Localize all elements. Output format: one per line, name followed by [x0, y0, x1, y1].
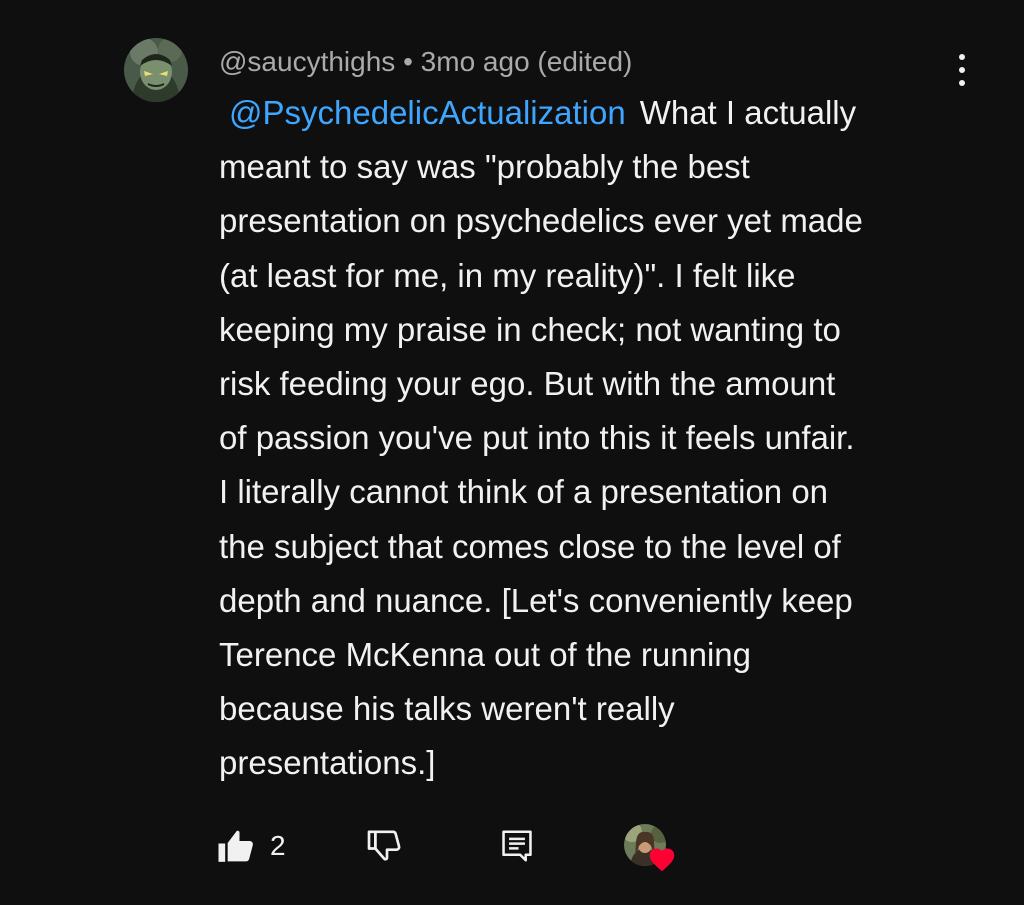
- menu-dot: [959, 54, 965, 60]
- comment-line: depth and nuance. [Let's conveniently ke…: [219, 581, 853, 619]
- creator-heart-badge[interactable]: [624, 824, 678, 874]
- thumb-down-icon: [367, 830, 401, 861]
- author-handle[interactable]: @saucythighs: [219, 46, 395, 77]
- more-vert-icon[interactable]: [944, 50, 980, 90]
- reply-button[interactable]: [498, 826, 536, 871]
- comment-timestamp[interactable]: 3mo ago (edited): [421, 46, 633, 77]
- comment-line: I literally cannot think of a presentati…: [219, 473, 829, 511]
- comment-body: @PsychedelicActualization What I actually…: [219, 86, 949, 791]
- comment-line: (at least for me, in my reality)". I fel…: [219, 256, 796, 294]
- comment-thread-item: @saucythighs • 3mo ago (edited) @Psyched…: [0, 0, 1024, 905]
- comment-line-text: What I actually: [639, 94, 857, 131]
- comment-line: risk feeding your ego. But with the amou…: [219, 365, 836, 403]
- mention-link[interactable]: @PsychedelicActualization: [229, 94, 626, 131]
- menu-dot: [959, 80, 965, 86]
- comment-header: @saucythighs • 3mo ago (edited): [219, 44, 632, 80]
- header-separator: •: [395, 46, 421, 77]
- comment-line: presentation on psychedelics ever yet ma…: [219, 202, 863, 240]
- comment-line: because his talks weren't really: [219, 690, 675, 728]
- reply-comment-icon: [502, 830, 532, 862]
- comment-line: the subject that comes close to the leve…: [219, 527, 841, 565]
- thumb-up-icon: [218, 830, 253, 862]
- comment-line: Terence McKenna out of the running: [219, 636, 752, 674]
- menu-dot: [959, 67, 965, 73]
- heart-icon: [649, 848, 675, 872]
- like-count: 2: [270, 830, 286, 861]
- dislike-button[interactable]: [364, 826, 404, 871]
- like-button[interactable]: 2: [216, 826, 286, 866]
- comment-line: meant to say was "probably the best: [219, 148, 750, 186]
- author-avatar[interactable]: [124, 38, 188, 102]
- comment-line: presentations.]: [219, 744, 436, 782]
- comment-line: @PsychedelicActualization What I actually: [219, 86, 949, 140]
- comment-line: of passion you've put into this it feels…: [219, 419, 855, 457]
- comment-line: keeping my praise in check; not wanting …: [219, 310, 841, 348]
